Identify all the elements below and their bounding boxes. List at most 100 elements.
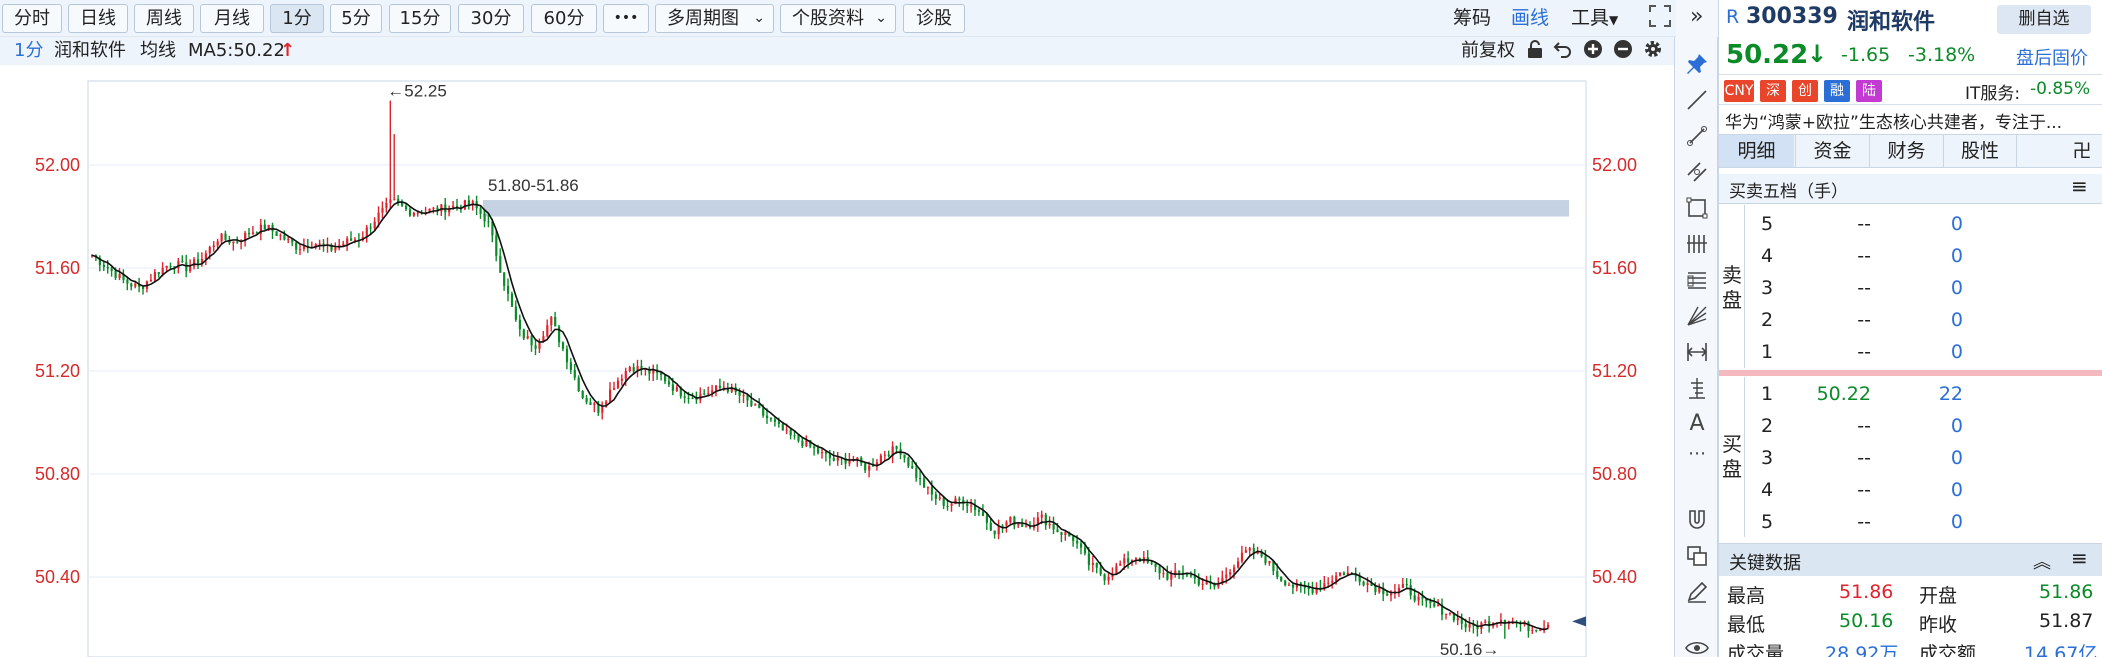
candle-body — [687, 397, 690, 399]
candle-body — [283, 235, 286, 240]
candle-body — [1417, 596, 1420, 601]
tag-badge[interactable]: CNY — [1724, 80, 1754, 102]
candle-body — [220, 233, 223, 242]
candle-body — [377, 212, 380, 222]
tag-badge[interactable]: 创 — [1792, 80, 1818, 102]
stock-info-dropdown[interactable]: 个股资料 ⌄ — [780, 4, 896, 33]
candle-body — [813, 446, 816, 449]
candle-body — [1311, 589, 1314, 593]
candle-body — [1076, 540, 1079, 544]
more-tools-icon[interactable]: ⋯ — [1684, 441, 1710, 467]
tools-dropdown[interactable]: 工具▼ — [1571, 5, 1618, 34]
kline-chart[interactable]: 51.80-51.86 52.00 51.60 51.20 50.80 50.40 52… — [0, 65, 1674, 657]
zoom-out-icon[interactable] — [1613, 39, 1633, 67]
low-label: 最低 — [1727, 614, 1766, 636]
pencil-icon[interactable] — [1684, 579, 1710, 605]
tab-detail[interactable]: 明细 — [1719, 135, 1794, 167]
period-tab-60min[interactable]: 60分 — [531, 4, 597, 33]
lock-icon[interactable] — [1526, 39, 1544, 67]
period-tab-weekly[interactable]: 周线 — [134, 4, 194, 33]
magnet-icon[interactable] — [1684, 507, 1710, 533]
tab-funds[interactable]: 资金 — [1795, 135, 1869, 167]
candle-body — [181, 261, 184, 263]
candle-body — [189, 266, 192, 272]
candle-body — [907, 457, 910, 466]
line-tool-icon[interactable] — [1684, 87, 1710, 113]
multi-period-dropdown[interactable]: 多周期图 ⌄ — [655, 4, 774, 33]
kline-chart-canvas[interactable]: 51.80-51.86 52.00 51.60 51.20 50.80 50.40 52… — [0, 65, 1674, 657]
period-tab-15min[interactable]: 15分 — [389, 4, 451, 33]
candle-body — [1021, 523, 1024, 527]
price-range-tool-icon[interactable] — [1684, 375, 1710, 401]
fibonacci-tool-icon[interactable] — [1684, 231, 1710, 257]
measure-tool-icon[interactable] — [1684, 339, 1710, 365]
candle-body — [966, 504, 969, 506]
collapse-up-icon[interactable]: ︽ — [2033, 548, 2051, 574]
order-price: -- — [1857, 213, 1871, 235]
menu-icon[interactable]: ≡ — [2071, 174, 2088, 198]
parallel-tool-icon[interactable] — [1684, 159, 1710, 185]
text-tool-icon[interactable]: A — [1684, 411, 1710, 437]
tab-finance[interactable]: 财务 — [1869, 135, 1943, 167]
ma5-up-arrow-icon: ↑ — [280, 40, 296, 61]
candle-body — [299, 249, 302, 251]
eye-icon[interactable] — [1684, 635, 1710, 657]
channel-tool-icon[interactable] — [1684, 267, 1710, 293]
candle-body — [742, 395, 745, 397]
period-tab-30min[interactable]: 30分 — [458, 4, 524, 33]
period-tab-timeshare[interactable]: 分时 — [2, 4, 62, 33]
candle-body — [616, 380, 620, 389]
tag-badge[interactable]: 陆 — [1856, 80, 1882, 102]
zoom-in-icon[interactable] — [1583, 39, 1603, 67]
double-chevron-right-icon[interactable]: » — [1690, 3, 1703, 30]
last-price: 50.22 — [1726, 40, 1809, 70]
more-periods-button[interactable]: ••• — [603, 4, 649, 33]
candle-body — [1437, 604, 1440, 607]
order-volume: 0 — [1950, 479, 1963, 501]
candle-body — [412, 212, 415, 216]
tag-badge[interactable]: 深 — [1760, 80, 1786, 102]
settings-gear-icon[interactable] — [1643, 39, 1663, 67]
avg-line-toggle[interactable]: 均线 — [140, 38, 176, 64]
adjust-dropdown[interactable]: 前复权 — [1461, 38, 1515, 64]
tab-stock-character[interactable]: 股性 — [1943, 135, 2017, 167]
y-tick-left: 51.60 — [35, 258, 80, 278]
chips-button[interactable]: 筹码 — [1453, 5, 1491, 32]
candle-body — [546, 325, 549, 337]
order-volume: 0 — [1950, 447, 1963, 469]
candle-body — [318, 243, 321, 245]
fan-tool-icon[interactable] — [1684, 303, 1710, 329]
sector-label[interactable]: IT服务: — [1965, 79, 2020, 104]
diagnose-button[interactable]: 诊股 — [903, 4, 965, 33]
candle-body — [208, 247, 211, 254]
chart-toolbar: 分时 日线 周线 月线 1分 5分 15分 30分 60分 ••• 多周期图 ⌄… — [0, 0, 1703, 37]
undo-icon[interactable] — [1553, 39, 1573, 67]
period-label: 1分 — [14, 40, 44, 61]
menu-icon[interactable]: ≡ — [2071, 546, 2088, 570]
candle-body — [624, 371, 627, 379]
tab-more-icon[interactable]: 卍 — [2067, 135, 2097, 167]
news-headline[interactable]: 华为“鸿蒙+欧拉”生态核心共建者，专注于... — [1725, 108, 2062, 133]
period-tab-daily[interactable]: 日线 — [68, 4, 128, 33]
remove-watchlist-button[interactable]: 删自选 — [1997, 5, 2091, 34]
y-tick-right: 50.80 — [1592, 464, 1637, 484]
candle-body — [373, 221, 376, 228]
rectangle-tool-icon[interactable] — [1684, 195, 1710, 221]
candle-body — [350, 238, 353, 241]
period-tab-monthly[interactable]: 月线 — [200, 4, 264, 33]
tag-badge[interactable]: 融 — [1824, 80, 1850, 102]
price-zone-band[interactable] — [483, 200, 1569, 217]
candle-body — [1166, 573, 1169, 580]
duplicate-icon[interactable] — [1684, 543, 1710, 569]
candle-body — [1405, 584, 1408, 585]
period-tab-5min[interactable]: 5分 — [330, 4, 382, 33]
fullscreen-icon[interactable] — [1648, 4, 1672, 36]
segment-tool-icon[interactable] — [1684, 123, 1710, 149]
order-price: 50.22 — [1816, 383, 1871, 405]
period-tab-1min[interactable]: 1分 — [270, 4, 324, 33]
candle-body — [1448, 613, 1452, 614]
draw-line-button[interactable]: 画线 — [1511, 5, 1549, 32]
candle-body — [1127, 558, 1130, 563]
after-hours-link[interactable]: 盘后固价 — [2016, 44, 2088, 70]
pin-icon[interactable] — [1684, 51, 1710, 77]
